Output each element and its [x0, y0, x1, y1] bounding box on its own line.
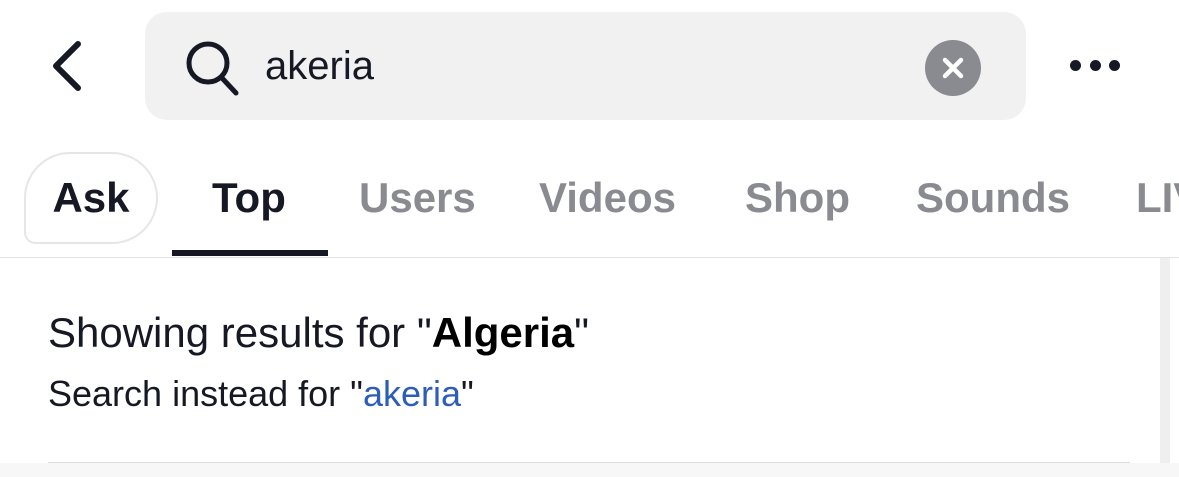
active-tab-indicator [172, 250, 328, 256]
search-input[interactable] [265, 36, 905, 96]
search-results-screen: Ask Top Users Videos Shop Sounds LIVE Sh… [0, 0, 1179, 477]
scrollbar[interactable] [1160, 258, 1170, 477]
tab-users[interactable]: Users [359, 168, 476, 228]
clear-x-icon [942, 57, 964, 79]
tabs-divider [0, 257, 1179, 258]
tab-ask[interactable]: Ask [24, 152, 158, 244]
tab-top[interactable]: Top [212, 168, 286, 228]
more-options-button[interactable] [1062, 42, 1128, 88]
tab-live[interactable]: LIVE [1136, 168, 1179, 228]
search-bar[interactable] [145, 12, 1026, 120]
search-icon [186, 41, 239, 96]
back-button[interactable] [36, 32, 100, 100]
search-tabs: Ask Top Users Videos Shop Sounds LIVE [0, 148, 1179, 258]
tab-sounds[interactable]: Sounds [916, 168, 1070, 228]
search-instead-link[interactable]: akeria [363, 373, 461, 414]
search-instead-text: Search instead for "akeria" [48, 373, 474, 414]
corrected-query: Algeria [431, 309, 575, 356]
ellipsis-icon [1070, 59, 1081, 71]
tab-videos[interactable]: Videos [539, 168, 676, 228]
tab-shop[interactable]: Shop [745, 168, 850, 228]
content-edge [0, 463, 1179, 477]
clear-search-button[interactable] [925, 40, 981, 96]
showing-results-text: Showing results for "Algeria" [48, 309, 590, 356]
chevron-left-icon [53, 41, 81, 91]
